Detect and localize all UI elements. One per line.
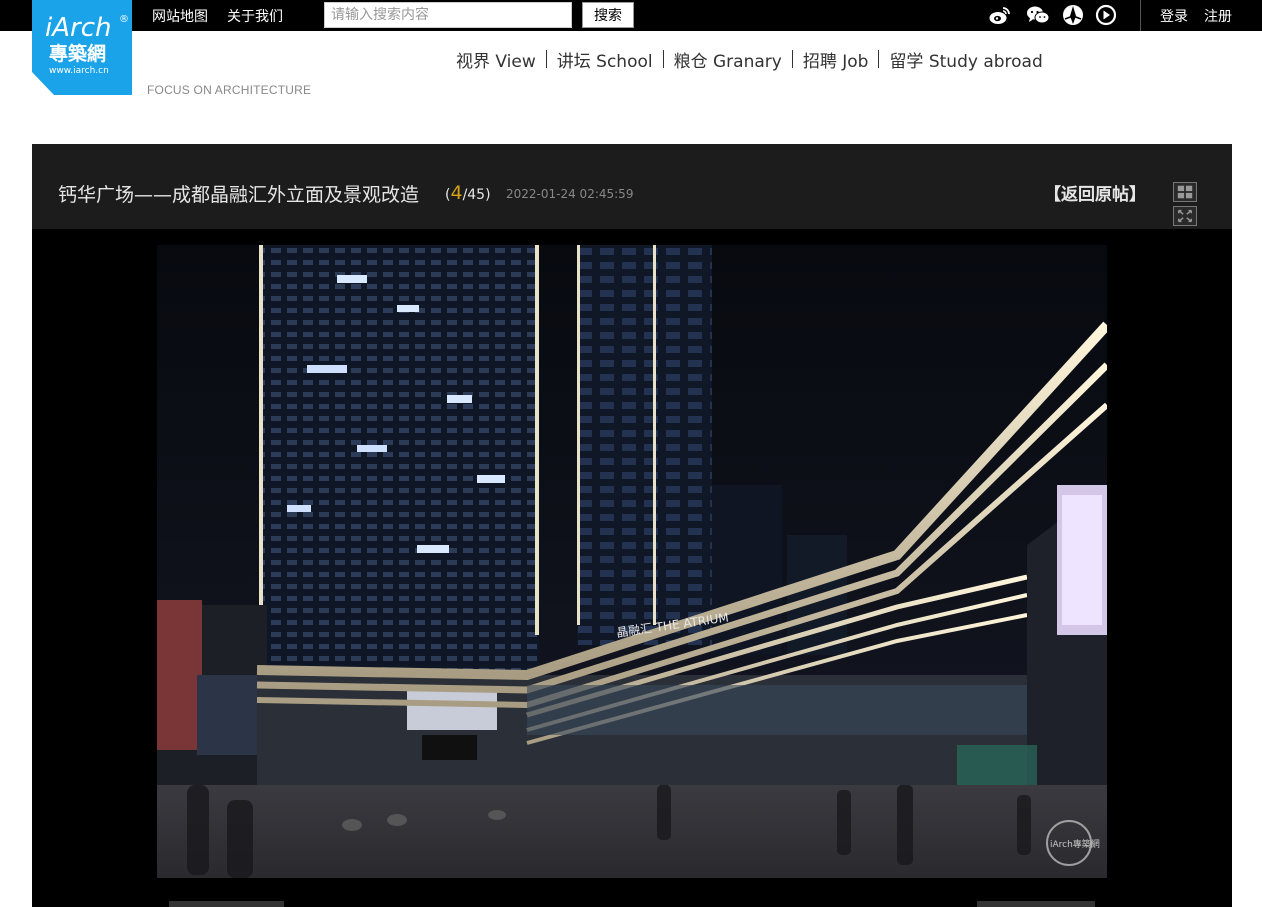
total-count: /45 [462,187,486,203]
current-index: 4 [450,182,463,204]
camera-aperture-icon[interactable] [1061,4,1085,26]
search-input[interactable] [324,2,572,28]
wechat-icon[interactable] [1026,4,1050,26]
back-to-post-button[interactable]: 【返回原帖】 [1044,180,1146,205]
nav-granary[interactable]: 粮仓 Granary [664,47,792,72]
register-link[interactable]: 注册 [1204,6,1232,26]
main-photo[interactable]: 晶融汇 THE ATRIUM iArch專築網 [157,245,1107,878]
nav-school[interactable]: 讲坛 School [547,47,663,72]
site-map-link[interactable]: 网站地图 [152,6,208,26]
photo-watermark: iArch專築網 [1050,838,1100,850]
album-title: 钙华广场——成都晶融汇外立面及景观改造 [58,184,420,206]
fullscreen-icon[interactable] [1173,206,1197,226]
logo-registered-mark: ® [119,14,129,25]
weibo-icon[interactable] [988,4,1012,26]
search-button[interactable]: 搜索 [582,2,634,28]
top-divider [1140,0,1141,31]
post-date: 2022-01-24 02:45:59 [506,187,634,201]
prev-thumb-edge[interactable] [169,901,284,907]
nav-study-abroad[interactable]: 留学 Study abroad [879,47,1052,72]
grid-view-icon[interactable] [1173,182,1197,202]
about-us-link[interactable]: 关于我们 [227,6,283,26]
image-counter: (4/45) [445,182,491,204]
logo-text-main: 專築網 [49,42,106,65]
iarch-logo[interactable]: iArch ® 專築網 www.iarch.cn [32,0,132,95]
logo-text-top: iArch [45,13,111,43]
login-link[interactable]: 登录 [1160,6,1188,26]
main-nav: 视界 View 讲坛 School 粮仓 Granary 招聘 Job 留学 S… [446,47,1053,72]
logo-url: www.iarch.cn [49,66,109,76]
next-thumb-edge[interactable] [977,901,1095,907]
slogan: FOCUS ON ARCHITECTURE [147,83,312,97]
photo-viewer: 钙华广场——成都晶融汇外立面及景观改造 (4/45) 2022-01-24 02… [32,144,1232,907]
play-circle-icon[interactable] [1094,4,1118,26]
nav-view[interactable]: 视界 View [446,47,546,72]
nav-job[interactable]: 招聘 Job [793,47,879,72]
viewer-header: 钙华广场——成都晶融汇外立面及景观改造 (4/45) 2022-01-24 02… [32,144,1232,229]
top-bar: 网站地图 关于我们 搜索 登录 注册 [0,0,1262,31]
